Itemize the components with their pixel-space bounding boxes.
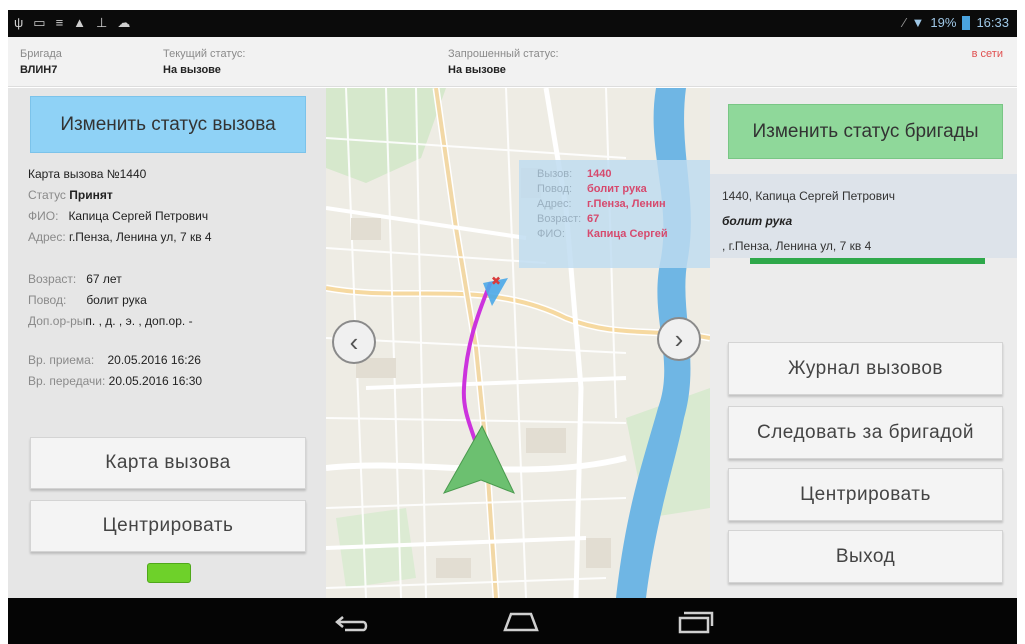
chevron-left-icon: ‹: [349, 326, 359, 357]
transfer-time-label: Вр. передачи:: [28, 374, 106, 388]
cloud-icon: ☁: [117, 15, 131, 30]
call-list-item[interactable]: 1440, Капица Сергей Петрович болит рука …: [710, 174, 1017, 258]
call-list-title: 1440, Капица Сергей Петрович: [722, 189, 896, 203]
navigation-bar: [8, 598, 1017, 644]
address-label: Адрес:: [28, 230, 66, 244]
extra-value: п. , д. , э. , доп.ор. -: [85, 314, 193, 328]
brigade-panel: Изменить статус бригады 1440, Капица Сер…: [710, 88, 1017, 598]
status-bar: ψ ▭ ≡ ▲ ⊥ ☁ ⁄ ▼ 19% 16:33: [8, 10, 1017, 37]
follow-brigade-button[interactable]: Следовать за бригадой: [728, 406, 1003, 459]
status-value: Принят: [69, 188, 113, 202]
call-popup[interactable]: Вызов: 1440 Повод: болит рука Адрес: г.Пенз…: [519, 160, 710, 268]
battery-icon: [962, 15, 971, 30]
download-icon: ⊥: [96, 15, 108, 30]
popup-address-value: г.Пенза, Ленин: [587, 198, 666, 210]
prev-button[interactable]: ‹: [332, 320, 376, 364]
back-icon[interactable]: [333, 610, 369, 632]
call-card-title: Карта вызова №1440: [28, 167, 147, 181]
reason-value: болит рука: [86, 293, 147, 307]
warning-icon: ▲: [73, 15, 87, 30]
center-button-right[interactable]: Центрировать: [728, 468, 1003, 521]
current-status-label: Текущий статус:: [163, 48, 246, 60]
selection-underline: [750, 258, 985, 264]
brigade-label: Бригада: [20, 48, 62, 60]
popup-age-value: 67: [587, 213, 600, 225]
center-button-left[interactable]: Центрировать: [30, 500, 306, 552]
call-journal-button[interactable]: Журнал вызовов: [728, 342, 1003, 395]
menu-icon: ≡: [55, 15, 64, 30]
requested-status-value: На вызове: [448, 64, 506, 76]
requested-status-label: Запрошенный статус:: [448, 48, 559, 60]
header: Бригада ВЛИН7 Текущий статус: На вызове …: [8, 37, 1017, 87]
popup-fio-label: ФИО:: [537, 228, 565, 240]
popup-reason-label: Повод:: [537, 183, 573, 195]
fio-label: ФИО:: [28, 209, 59, 223]
home-icon[interactable]: [501, 610, 541, 632]
popup-address-label: Адрес:: [537, 198, 572, 210]
popup-call-value: 1440: [587, 168, 612, 180]
call-list-reason: болит рука: [722, 214, 793, 228]
fio-value: Капица Сергей Петрович: [68, 209, 209, 223]
patient-info: Возраст: 67 лет Повод: болит рука Доп.ор…: [28, 269, 193, 332]
signal-icon: ⁄: [903, 15, 906, 30]
online-status: в сети: [971, 48, 1003, 60]
wifi-icon: ▼: [911, 15, 925, 30]
image-icon: ▭: [33, 15, 46, 30]
next-button[interactable]: ›: [657, 317, 701, 361]
change-call-status-button[interactable]: Изменить статус вызова: [30, 96, 306, 153]
popup-age-label: Возраст:: [537, 213, 582, 225]
notification-icons: ψ ▭ ≡ ▲ ⊥ ☁: [14, 15, 130, 31]
status-indicator: [147, 563, 191, 583]
call-panel: Изменить статус вызова Карта вызова №144…: [8, 88, 326, 598]
extra-label: Доп.ор-ры: [28, 314, 86, 328]
change-brigade-status-button[interactable]: Изменить статус бригады: [728, 104, 1003, 159]
call-info: Карта вызова №1440 Статус Принят ФИО: Ка…: [28, 164, 212, 248]
chevron-right-icon: ›: [674, 323, 684, 354]
receive-time-label: Вр. приема:: [28, 353, 95, 367]
address-value: г.Пенза, Ленина ул, 7 кв 4: [69, 230, 212, 244]
brigade-value: ВЛИН7: [20, 64, 58, 76]
transfer-time-value: 20.05.2016 16:30: [108, 374, 203, 388]
exit-button[interactable]: Выход: [728, 530, 1003, 583]
map-view[interactable]: ✖ Вызов: 1440 Повод: болит рука Адрес: г.Пе…: [326, 88, 710, 598]
status-label: Статус: [28, 188, 66, 202]
popup-reason-value: болит рука: [587, 183, 647, 195]
popup-call-label: Вызов:: [537, 168, 573, 180]
age-label: Возраст:: [28, 272, 77, 286]
call-card-button[interactable]: Карта вызова: [30, 437, 306, 489]
battery-percent: 19%: [930, 15, 957, 30]
popup-fio-value: Капица Сергей: [587, 228, 668, 240]
recents-icon[interactable]: [676, 610, 714, 634]
reason-label: Повод:: [28, 293, 67, 307]
receive-time-value: 20.05.2016 16:26: [107, 353, 201, 367]
time-info: Вр. приема: 20.05.2016 16:26 Вр. передач…: [28, 350, 202, 392]
clock: 16:33: [976, 15, 1009, 30]
age-value: 67 лет: [86, 272, 122, 286]
usb-icon: ψ: [14, 15, 24, 30]
call-list-address: , г.Пенза, Ленина ул, 7 кв 4: [722, 239, 872, 253]
current-status-value: На вызове: [163, 64, 221, 76]
svg-text:✖: ✖: [491, 274, 501, 288]
